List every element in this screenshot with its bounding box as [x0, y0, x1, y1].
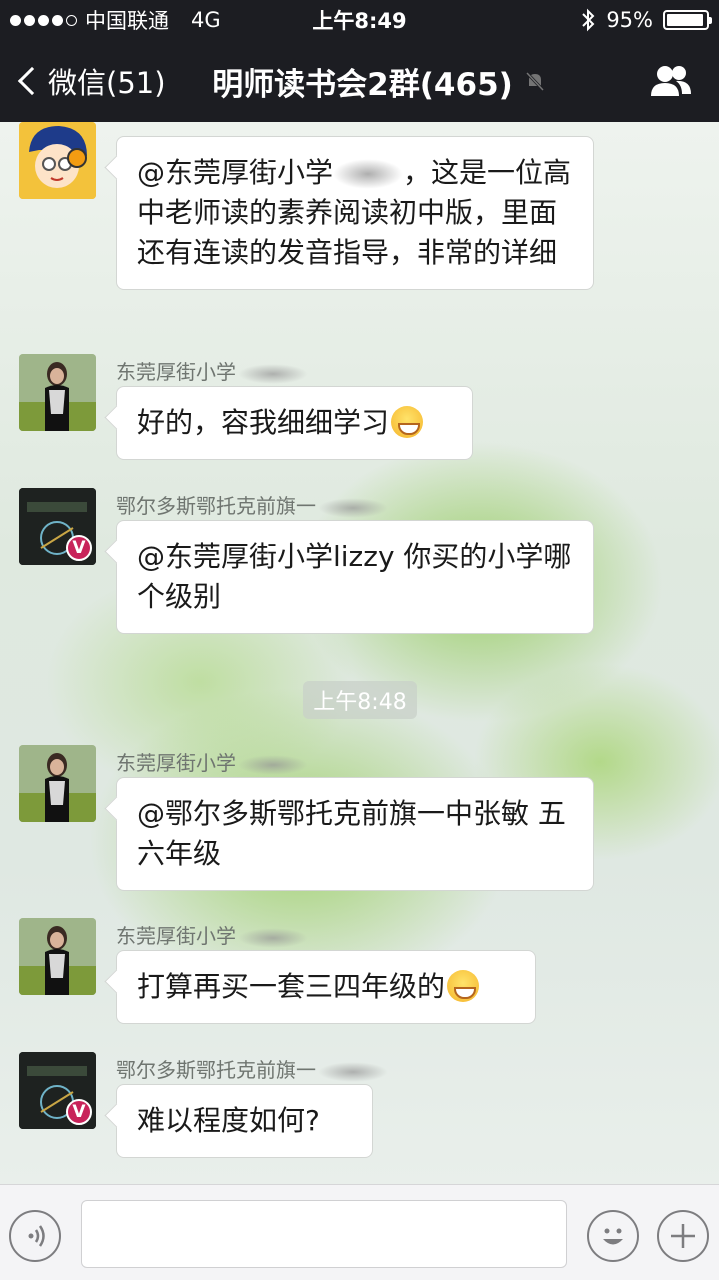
- avatar[interactable]: [19, 122, 96, 199]
- message-bubble[interactable]: 打算再买一套三四年级的: [116, 950, 536, 1024]
- bell-off-icon: [525, 71, 544, 92]
- blurred-name: [333, 159, 404, 189]
- voice-button[interactable]: [9, 1210, 61, 1262]
- sender-name: 东莞厚街小学: [116, 920, 308, 949]
- carrier-name: 中国联通: [85, 9, 169, 33]
- chevron-left-icon: [17, 66, 47, 96]
- sender-name: 东莞厚街小学: [116, 747, 308, 776]
- message-bubble[interactable]: @东莞厚街小学 ，这是一位高中老师读的素养阅读初中版，里面还有连读的发音指导，非常…: [116, 136, 594, 290]
- input-bar: [0, 1184, 719, 1280]
- avatar[interactable]: [19, 745, 96, 822]
- grin-emoji-icon: [447, 970, 480, 1002]
- message-text: @东莞厚街小学lizzy 你买的小学哪个级别: [137, 540, 572, 613]
- v-badge-icon: V: [66, 1099, 92, 1125]
- signal-strength-icon: [10, 14, 77, 26]
- back-label: 微信(51): [48, 66, 166, 100]
- plus-icon: [671, 1224, 695, 1248]
- avatar[interactable]: V: [19, 488, 96, 565]
- timestamp-divider: 上午8:48: [303, 681, 417, 719]
- cartoon-avatar-icon: [19, 122, 96, 199]
- v-badge-icon: V: [66, 535, 92, 561]
- message-text: 难以程度如何?: [137, 1104, 320, 1137]
- message-text: 好的，容我细细学习: [137, 406, 390, 439]
- grin-emoji-icon: [391, 406, 424, 438]
- message-bubble[interactable]: @东莞厚街小学lizzy 你买的小学哪个级别: [116, 520, 594, 634]
- avatar[interactable]: V: [19, 1052, 96, 1129]
- battery-percent: 95%: [606, 8, 653, 32]
- voice-icon: [28, 1225, 45, 1247]
- avatar[interactable]: [19, 354, 96, 431]
- network-type: 4G: [191, 8, 221, 32]
- back-button[interactable]: 微信(51): [0, 60, 166, 102]
- message-text: @鄂尔多斯鄂托克前旗一中张敏 五六年级: [137, 797, 566, 870]
- person-photo-icon: [19, 918, 96, 995]
- message-bubble[interactable]: 好的，容我细细学习: [116, 386, 473, 460]
- message-bubble[interactable]: @鄂尔多斯鄂托克前旗一中张敏 五六年级: [116, 777, 594, 891]
- sender-name: 鄂尔多斯鄂托克前旗一: [116, 1054, 388, 1083]
- message-input[interactable]: [81, 1200, 567, 1268]
- nav-bar: 微信(51) 明师读书会2群(465): [0, 40, 719, 122]
- battery-icon: [663, 10, 712, 30]
- emoji-button[interactable]: [587, 1210, 639, 1262]
- sender-name: 鄂尔多斯鄂托克前旗一: [116, 490, 388, 519]
- sender-name: 东莞厚街小学: [116, 356, 308, 385]
- message-text: 打算再买一套三四年级的: [137, 970, 446, 1003]
- plus-button[interactable]: [657, 1210, 709, 1262]
- message-text: @东莞厚街小学: [137, 156, 334, 189]
- avatar[interactable]: [19, 918, 96, 995]
- person-photo-icon: [19, 354, 96, 431]
- status-bar: 中国联通 4G 上午8:49 95%: [0, 0, 719, 40]
- chat-area[interactable]: @东莞厚街小学 ，这是一位高中老师读的素养阅读初中版，里面还有连读的发音指导，非常…: [0, 122, 719, 1184]
- emoji-icon: [603, 1228, 623, 1245]
- chat-title: 明师读书会2群(465): [212, 66, 513, 103]
- group-members-icon[interactable]: [649, 64, 693, 98]
- bluetooth-icon: [582, 8, 595, 32]
- message-bubble[interactable]: 难以程度如何?: [116, 1084, 373, 1158]
- person-photo-icon: [19, 745, 96, 822]
